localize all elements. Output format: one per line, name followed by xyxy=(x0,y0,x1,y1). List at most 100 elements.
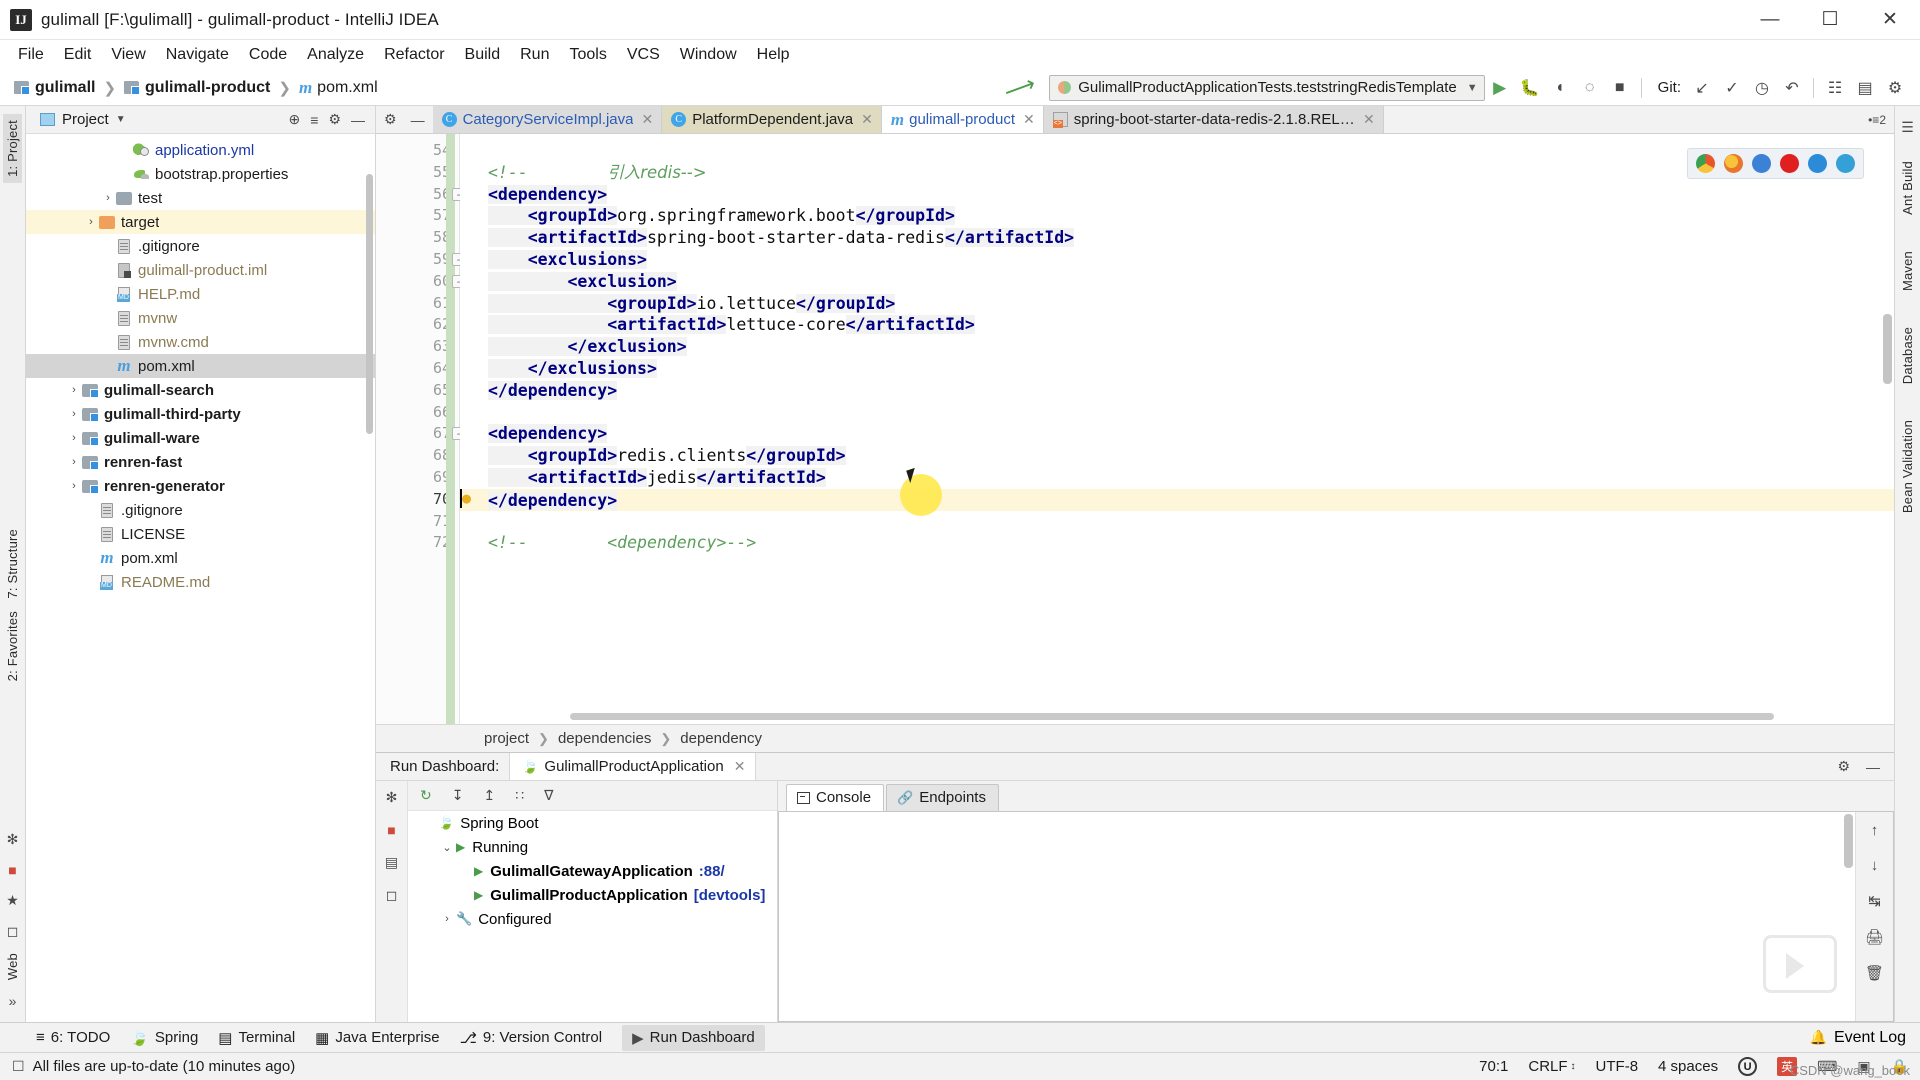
file-encoding[interactable]: UTF-8 xyxy=(1596,1058,1639,1075)
close-icon[interactable]: ✕ xyxy=(734,758,746,775)
run-dashboard-tree-row[interactable]: ⌄ ▶ Running xyxy=(408,835,777,859)
group-icon[interactable]: ∷ xyxy=(515,787,524,804)
project-tree-scrollbar[interactable] xyxy=(366,174,373,434)
filter-icon[interactable]: ∇ xyxy=(544,787,553,804)
tool-button-version-control[interactable]: ⎇ 9: Version Control xyxy=(460,1029,603,1047)
scroll-down-icon[interactable]: ↓ xyxy=(1871,857,1879,874)
browser-preview-bar[interactable] xyxy=(1687,148,1864,179)
menu-run[interactable]: Run xyxy=(510,43,559,67)
settings-gear-icon[interactable]: ⚙ xyxy=(1837,758,1850,775)
scroll-from-source-icon[interactable]: ⊕ xyxy=(289,111,301,128)
menu-analyze[interactable]: Analyze xyxy=(297,43,374,67)
editor-tab-gulimall-product[interactable]: m gulimall-product ✕ xyxy=(881,106,1044,133)
clear-all-icon[interactable]: 🗑 xyxy=(1865,964,1884,982)
project-tree-row[interactable]: mvnw.cmd xyxy=(26,330,375,354)
collapse-right-icon[interactable]: ☰ xyxy=(1901,119,1914,136)
project-tree-row[interactable]: LICENSE xyxy=(26,522,375,546)
profile-button[interactable]: ◌ xyxy=(1575,74,1605,102)
breadcrumb-file[interactable]: pom.xml xyxy=(317,79,377,97)
run-dashboard-tree-row[interactable]: ▶ GulimallGatewayApplication:88/ xyxy=(408,859,777,883)
tree-expand-arrow-icon[interactable]: › xyxy=(66,456,82,468)
editor-vertical-scrollbar[interactable] xyxy=(1883,314,1892,384)
tree-expand-arrow-icon[interactable]: › xyxy=(66,480,82,492)
chrome-icon[interactable] xyxy=(1696,154,1715,173)
close-icon[interactable]: ✕ xyxy=(641,111,653,128)
breadcrumb-project[interactable]: gulimall xyxy=(35,79,95,97)
search-everywhere-icon[interactable]: ☷ xyxy=(1820,74,1850,102)
git-history-icon[interactable]: ◷ xyxy=(1747,74,1777,102)
menu-vcs[interactable]: VCS xyxy=(617,43,670,67)
close-button[interactable]: ✕ xyxy=(1860,0,1920,39)
code-line[interactable]: <artifactId>spring-boot-starter-data-red… xyxy=(460,227,1894,249)
code-line[interactable]: <dependency> xyxy=(460,423,1894,445)
rail-tab-favorites[interactable]: 2: Favorites xyxy=(3,605,22,687)
project-tree-row[interactable]: README.md xyxy=(26,570,375,594)
git-revert-icon[interactable]: ↶ xyxy=(1777,74,1807,102)
chevron-down-icon[interactable]: ▼ xyxy=(116,114,126,125)
run-dashboard-tree-row[interactable]: 🍃 Spring Boot xyxy=(408,811,777,835)
rail-tab-structure[interactable]: 7: Structure xyxy=(3,523,22,605)
rail-tab-ant-build[interactable]: Ant Build xyxy=(1898,155,1917,221)
back-arrow-icon[interactable]: ⟶ xyxy=(1000,70,1039,105)
spring-icon[interactable]: ✻ xyxy=(386,789,398,806)
star-icon[interactable]: ★ xyxy=(6,892,19,909)
close-icon[interactable]: ✕ xyxy=(1023,111,1035,128)
indent-setting[interactable]: 4 spaces xyxy=(1658,1058,1718,1075)
console-output[interactable]: ↑ ↓ ↹ 🖨 🗑 xyxy=(778,811,1894,1022)
code-line[interactable]: <artifactId>lettuce-core</artifactId> xyxy=(460,314,1894,336)
project-tree-row[interactable]: mvnw xyxy=(26,306,375,330)
editor-tab-overflow[interactable]: •≡2 xyxy=(1868,106,1894,133)
project-tree-row[interactable]: › gulimall-third-party xyxy=(26,402,375,426)
editor-tab-platformdependent[interactable]: C PlatformDependent.java ✕ xyxy=(662,106,882,133)
code-line[interactable]: <groupId>io.lettuce</groupId> xyxy=(460,293,1894,315)
project-tree-row[interactable]: › test xyxy=(26,186,375,210)
maximize-button[interactable]: ☐ xyxy=(1800,0,1860,39)
close-icon[interactable]: ✕ xyxy=(861,111,873,128)
tab-endpoints[interactable]: 🔗 Endpoints xyxy=(886,784,999,811)
tree-expand-arrow-icon[interactable]: › xyxy=(66,408,82,420)
breadcrumb-module[interactable]: gulimall-product xyxy=(145,79,270,97)
rail-tab-bean-validation[interactable]: Bean Validation xyxy=(1898,414,1917,519)
collapse-all-icon[interactable]: ↥ xyxy=(483,787,495,804)
stop-icon[interactable]: ■ xyxy=(387,822,395,838)
code-line[interactable]: </exclusion> xyxy=(460,336,1894,358)
expand-rail-icon[interactable]: » xyxy=(9,993,17,1009)
tree-expand-arrow-icon[interactable]: › xyxy=(100,192,116,204)
code-line[interactable] xyxy=(460,402,1894,424)
tool-button-run-dashboard[interactable]: ▶ Run Dashboard xyxy=(622,1024,765,1051)
hide-panel-icon[interactable]: — xyxy=(351,112,365,128)
collapse-all-icon[interactable]: ≡ xyxy=(310,112,318,128)
soft-wrap-icon[interactable]: ↹ xyxy=(1868,892,1881,910)
code-line[interactable] xyxy=(460,511,1894,533)
settings-gear-icon[interactable]: ⚙ xyxy=(384,111,397,128)
tool-button-todo[interactable]: ≡ 6: TODO xyxy=(36,1029,110,1046)
code-line[interactable]: </exclusions> xyxy=(460,358,1894,380)
project-tree-row[interactable]: › renren-generator xyxy=(26,474,375,498)
firefox-icon[interactable] xyxy=(1724,154,1743,173)
ie-icon[interactable] xyxy=(1808,154,1827,173)
menu-code[interactable]: Code xyxy=(239,43,297,67)
code-line[interactable] xyxy=(460,140,1894,162)
code-text-area[interactable]: <!-- 引入redis--> <dependency> <groupId>org… xyxy=(460,134,1894,724)
stop-button[interactable]: ■ xyxy=(1605,74,1635,102)
menu-edit[interactable]: Edit xyxy=(54,43,102,67)
layout-icon[interactable]: ▤ xyxy=(385,854,398,871)
code-line[interactable]: <groupId>org.springframework.boot</group… xyxy=(460,205,1894,227)
run-dashboard-tree-row[interactable]: ▶ GulimallProductApplication [devtools] xyxy=(408,883,777,907)
editor-horizontal-scrollbar[interactable] xyxy=(570,713,1774,720)
project-tree-row[interactable]: m pom.xml xyxy=(26,546,375,570)
code-editor[interactable]: 54 55 56-57 58 59-60-61 62 63 64 65 66 67-68 69 70 71… xyxy=(376,134,1894,724)
run-configuration-selector[interactable]: GulimallProductApplicationTests.teststri… xyxy=(1049,74,1485,101)
layout-icon[interactable]: ▤ xyxy=(1850,74,1880,102)
project-tree-row[interactable]: application.yml xyxy=(26,138,375,162)
editor-gutter[interactable]: 54 55 56-57 58 59-60-61 62 63 64 65 66 67-68 69 70 71… xyxy=(376,134,465,724)
project-tree-row[interactable]: HELP.md xyxy=(26,282,375,306)
tree-expand-arrow-icon[interactable]: › xyxy=(83,216,99,228)
tree-expand-arrow-icon[interactable]: › xyxy=(66,384,82,396)
caret-position[interactable]: 70:1 xyxy=(1479,1058,1508,1075)
menu-help[interactable]: Help xyxy=(747,43,800,67)
run-button[interactable]: ▶ xyxy=(1485,74,1515,102)
tool-button-terminal[interactable]: ▤ Terminal xyxy=(218,1029,295,1047)
menu-refactor[interactable]: Refactor xyxy=(374,43,454,67)
line-separator[interactable]: CRLF ↕ xyxy=(1528,1058,1575,1075)
